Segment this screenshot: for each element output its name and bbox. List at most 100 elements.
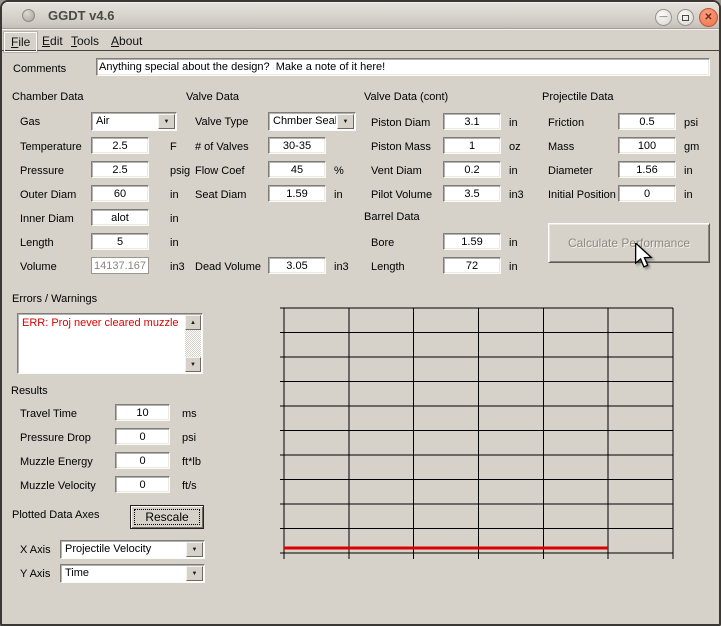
volume-label: Volume [20, 261, 57, 273]
pressure-label: Pressure [20, 165, 65, 177]
scroll-down-icon[interactable]: ▼ [185, 357, 201, 372]
temperature-label: Temperature [20, 141, 82, 153]
pressure-unit: psig [170, 165, 191, 177]
chamber-length-label: Length [20, 237, 54, 249]
pilot-volume-label: Pilot Volume [371, 189, 433, 201]
chevron-down-icon[interactable]: ▼ [186, 542, 203, 557]
projectile-data-title: Projectile Data [542, 91, 614, 103]
piston-diam-input[interactable] [443, 113, 501, 130]
calculate-performance-button[interactable]: Calculate Performance [548, 223, 710, 263]
muzzle-velocity-unit: ft/s [182, 480, 197, 492]
temperature-input[interactable] [91, 137, 149, 154]
bore-unit: in [509, 237, 518, 249]
minimize-button[interactable]: — [655, 9, 672, 26]
valve-data-title: Valve Data [186, 91, 239, 103]
valve-type-label: Valve Type [195, 116, 249, 128]
vent-diam-label: Vent Diam [371, 165, 422, 177]
gas-select[interactable]: Air ▼ [91, 112, 177, 131]
x-axis-label: X Axis [20, 544, 51, 556]
close-button[interactable]: ✕ [699, 8, 718, 27]
seat-diam-input[interactable] [268, 185, 326, 202]
mass-label: Mass [548, 141, 575, 153]
barrel-length-unit: in [509, 261, 518, 273]
muzzle-velocity-field[interactable] [115, 476, 170, 493]
inner-diam-unit: in [170, 213, 179, 225]
piston-mass-label: Piston Mass [371, 141, 431, 153]
inner-diam-input[interactable] [91, 209, 149, 226]
errors-listbox[interactable]: ERR: Proj never cleared muzzle ▲ ▼ [17, 313, 203, 374]
barrel-length-label: Length [371, 261, 405, 273]
chevron-down-icon[interactable]: ▼ [158, 114, 175, 129]
x-axis-select[interactable]: Projectile Velocity ▼ [60, 540, 205, 559]
num-valves-label: # of Valves [195, 141, 249, 153]
title-bar[interactable]: GGDT v4.6 — ✕ [2, 2, 719, 29]
pressure-input[interactable] [91, 161, 149, 178]
initial-position-label: Initial Position [548, 189, 616, 201]
piston-mass-unit: oz [509, 141, 521, 153]
volume-unit: in3 [170, 261, 185, 273]
pilot-volume-input[interactable] [443, 185, 501, 202]
menu-edit[interactable]: Edit [36, 32, 69, 50]
chevron-down-icon[interactable]: ▼ [186, 566, 203, 581]
outer-diam-input[interactable] [91, 185, 149, 202]
chamber-data-title: Chamber Data [12, 91, 84, 103]
chevron-down-icon[interactable]: ▼ [337, 114, 354, 129]
maximize-icon [682, 14, 689, 21]
piston-diam-label: Piston Diam [371, 117, 431, 129]
mass-unit: gm [684, 141, 700, 153]
chamber-length-unit: in [170, 237, 179, 249]
diameter-input[interactable] [618, 161, 676, 178]
app-window: GGDT v4.6 — ✕ File Edit Tools About Comm… [0, 0, 721, 626]
friction-input[interactable] [618, 113, 676, 130]
error-message: ERR: Proj never cleared muzzle [22, 317, 179, 329]
muzzle-energy-field[interactable] [115, 452, 170, 469]
initial-position-input[interactable] [618, 185, 676, 202]
diameter-label: Diameter [548, 165, 593, 177]
minimize-icon: — [659, 12, 668, 21]
barrel-length-input[interactable] [443, 257, 501, 274]
bore-label: Bore [371, 237, 395, 249]
dead-volume-input[interactable] [268, 257, 326, 274]
mass-input[interactable] [618, 137, 676, 154]
travel-time-field[interactable] [115, 404, 170, 421]
num-valves-input[interactable] [268, 137, 326, 154]
dead-volume-unit: in3 [334, 261, 349, 273]
comments-input[interactable] [96, 58, 710, 76]
valve-type-select[interactable]: Chmber Seal ▼ [268, 112, 356, 131]
menu-about[interactable]: About [105, 32, 148, 50]
results-title: Results [11, 385, 48, 397]
plot-area [279, 306, 681, 562]
muzzle-energy-label: Muzzle Energy [20, 456, 93, 468]
app-icon [22, 9, 35, 22]
scroll-up-icon[interactable]: ▲ [185, 315, 201, 330]
maximize-button[interactable] [677, 9, 694, 26]
mouse-cursor [634, 241, 655, 272]
gas-label: Gas [20, 116, 41, 128]
muzzle-velocity-label: Muzzle Velocity [20, 480, 96, 492]
y-axis-select[interactable]: Time ▼ [60, 564, 205, 583]
valve-data-cont-title: Valve Data (cont) [364, 91, 449, 103]
rescale-button[interactable]: Rescale [130, 505, 204, 529]
seat-diam-unit: in [334, 189, 343, 201]
friction-unit: psi [684, 117, 699, 129]
valve-type-value: Chmber Seal [273, 115, 336, 127]
errors-scrollbar[interactable]: ▲ ▼ [185, 315, 201, 372]
outer-diam-label: Outer Diam [20, 189, 77, 201]
temperature-unit: F [170, 141, 177, 153]
flow-coef-input[interactable] [268, 161, 326, 178]
menu-tools[interactable]: Tools [65, 32, 105, 50]
y-axis-label: Y Axis [20, 568, 51, 580]
window-title: GGDT v4.6 [48, 8, 115, 23]
bore-input[interactable] [443, 233, 501, 250]
menu-bar: File Edit Tools About [2, 29, 719, 52]
travel-time-label: Travel Time [20, 408, 78, 420]
vent-diam-input[interactable] [443, 161, 501, 178]
menu-file[interactable]: File [4, 32, 38, 52]
initial-position-unit: in [684, 189, 693, 201]
calculate-performance-label: Calculate Performance [567, 236, 691, 250]
piston-mass-input[interactable] [443, 137, 501, 154]
barrel-data-title: Barrel Data [364, 211, 420, 223]
chamber-length-input[interactable] [91, 233, 149, 250]
pressure-drop-field[interactable] [115, 428, 170, 445]
dead-volume-label: Dead Volume [195, 261, 262, 273]
